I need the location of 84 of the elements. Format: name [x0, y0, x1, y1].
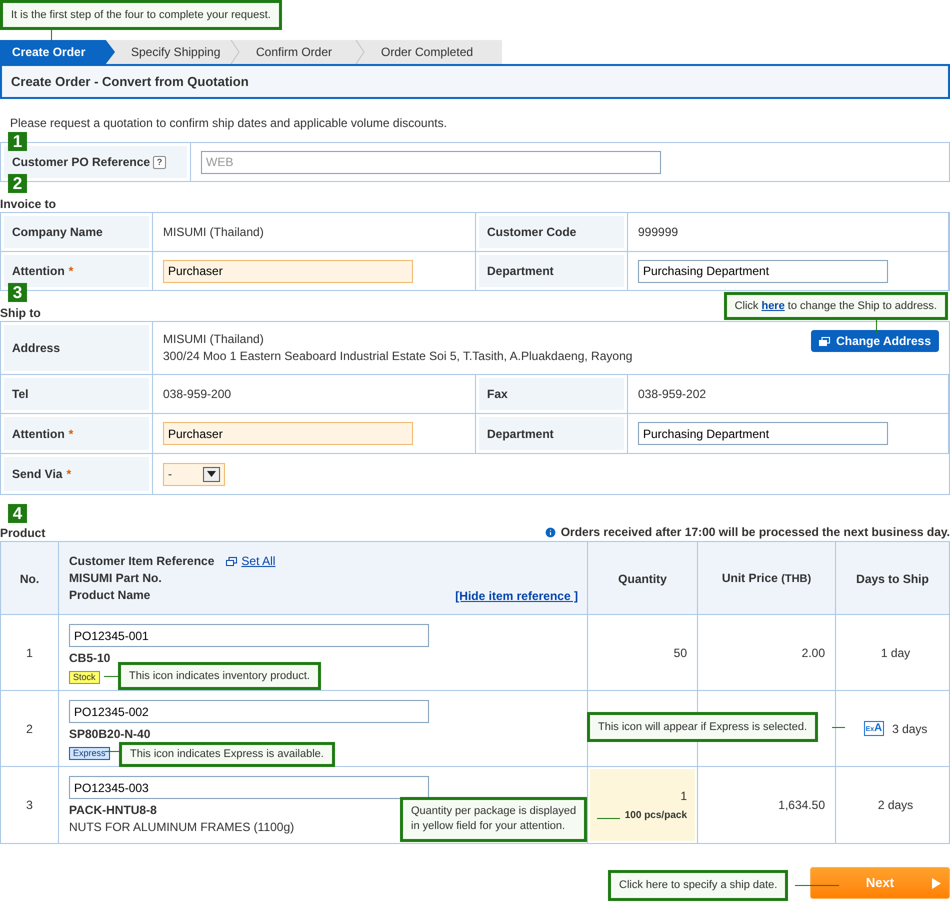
step-number-badge: 4 — [8, 504, 27, 523]
window-icon — [819, 336, 830, 346]
product-name: NUTS FOR ALUMINUM FRAMES (1100g) — [69, 820, 294, 835]
part-number: CB5-10 — [69, 651, 110, 666]
leader-line — [105, 751, 119, 752]
column-header: No. — [20, 570, 40, 588]
field-label: Customer Code — [479, 216, 624, 248]
set-all-link[interactable]: Set All — [226, 553, 276, 570]
column-header: Product Name — [69, 587, 150, 604]
leader-line — [51, 30, 52, 42]
field-value: 999999 — [638, 224, 678, 241]
text-field[interactable]: PO12345-001 — [69, 624, 429, 647]
quantity-cell: 1 100 pcs/pack — [590, 769, 695, 841]
field-label: Address — [4, 325, 149, 371]
part-number: SP80B20-N-40 — [69, 727, 150, 742]
field-label: Send Via * — [4, 457, 149, 491]
info-text: Orders received after 17:00 will be processed the next business day. — [560, 524, 950, 541]
part-number: PACK-HNTU8-8 — [69, 803, 157, 818]
field-label: Customer PO Reference ? — [4, 146, 187, 178]
field-label: Tel — [4, 378, 149, 410]
leader-line — [104, 676, 118, 677]
here-link[interactable]: here — [761, 300, 785, 312]
field-value: 038-959-200 — [163, 386, 232, 403]
quantity-cell-text: 50 — [672, 644, 688, 662]
field-label: Company Name — [4, 216, 149, 248]
express-badge: Express — [69, 747, 110, 760]
notice-text: Please request a quotation to confirm ship dates and applicable volume discounts. — [10, 116, 448, 131]
section-title: Invoice to — [0, 197, 56, 212]
page-title-bar: Create Order - Convert from Quotation — [0, 64, 950, 99]
field-label: Attention * — [4, 417, 149, 450]
days-to-ship: 2 days — [878, 797, 914, 814]
unit-price: 2.00 — [802, 644, 825, 662]
help-icon[interactable]: ? — [153, 156, 166, 168]
play-icon — [932, 878, 941, 889]
leader-line — [597, 818, 620, 819]
text-field[interactable]: Purchaser — [163, 260, 413, 282]
text-field[interactable]: Purchasing Department — [638, 422, 888, 445]
address-text: MISUMI (Thailand) 300/24 Moo 1 Eastern Seaboard Industrial Estate Soi 5, T.Tasith, A.Pluakdaeng, Rayong — [163, 331, 632, 365]
field-value: MISUMI (Thailand) — [163, 224, 264, 241]
step-number-badge: 2 — [8, 174, 27, 193]
text-field[interactable]: PO12345-002 — [69, 700, 429, 723]
section-title: Product — [0, 526, 46, 541]
text-field[interactable]: PO12345-003 — [69, 776, 429, 799]
unit-price: 1,634.50 — [778, 797, 825, 814]
stock-badge: Stock — [69, 671, 100, 684]
info-icon — [544, 526, 557, 538]
leader-line — [832, 727, 845, 728]
callout: Quantity per package is displayed in yellow field for your attention. — [400, 797, 588, 842]
days-to-ship: 3 days — [892, 720, 928, 738]
row-number: 1 — [26, 644, 33, 662]
column-header: Days to Ship — [856, 570, 929, 588]
field-value: 038-959-202 — [638, 386, 706, 403]
column-header: MISUMI Part No. — [69, 570, 162, 587]
step-number-badge: 3 — [8, 283, 27, 302]
callout: It is the first step of the four to complete your request. — [0, 0, 282, 30]
callout: Click here to change the Ship to address. — [724, 292, 948, 320]
dropdown-icon — [203, 466, 220, 482]
column-header: Quantity — [618, 570, 667, 588]
chevron-icon — [230, 40, 240, 64]
days-to-ship: 1 day — [880, 644, 910, 662]
field-label: Fax — [479, 378, 624, 410]
text-field[interactable]: Purchaser — [163, 422, 413, 445]
step-number-badge: 1 — [8, 132, 27, 151]
chevron-icon — [355, 40, 365, 64]
row-number: 3 — [26, 797, 33, 814]
window-icon — [226, 557, 238, 566]
field-label: Attention * — [4, 255, 149, 287]
callout: This icon will appear if Express is selected. — [587, 712, 818, 742]
callout: This icon indicates inventory product. — [118, 662, 321, 690]
column-header: Unit Price (THB) — [722, 570, 812, 588]
field-label: Department — [479, 255, 624, 287]
text-field[interactable]: Purchasing Department — [638, 260, 888, 282]
leader-line — [795, 885, 839, 886]
select-field[interactable]: - — [163, 462, 225, 486]
leader-line — [876, 320, 877, 334]
callout: This icon indicates Express is available. — [119, 742, 335, 767]
section-title: Ship to — [0, 306, 41, 321]
column-header: Customer Item Reference — [69, 553, 214, 570]
hide-reference-link[interactable]: [Hide item reference ] — [455, 588, 578, 605]
change-address-button[interactable]: Change Address — [811, 330, 939, 352]
row-number: 2 — [26, 720, 33, 738]
po-reference-field[interactable]: WEB — [201, 150, 661, 174]
callout: Click here to specify a ship date. — [608, 870, 788, 901]
field-label: Department — [479, 417, 624, 450]
